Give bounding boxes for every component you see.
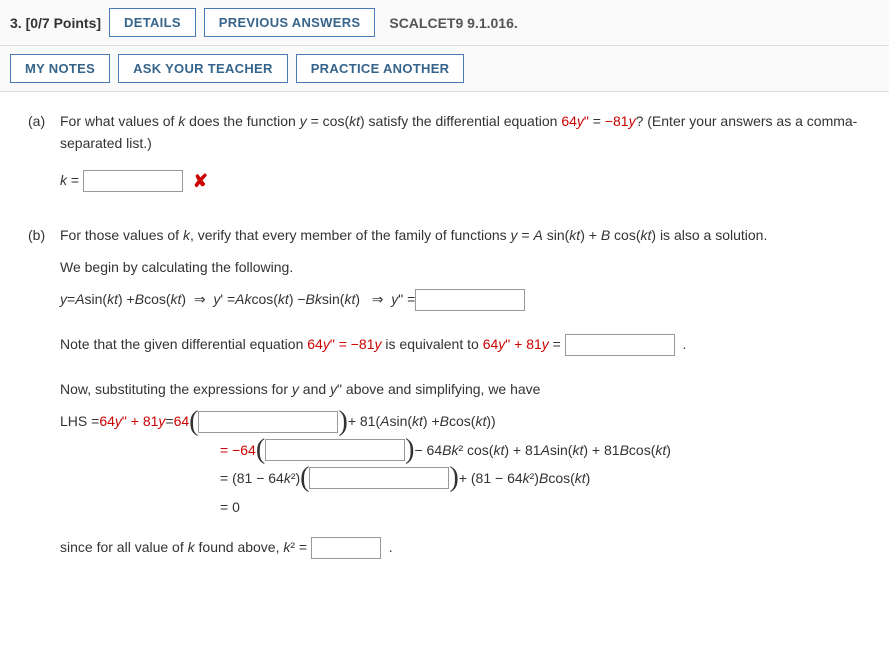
now-text: Now, substituting the expressions for y …	[60, 378, 869, 400]
part-a-label: (a)	[28, 110, 45, 132]
lhs-input-3[interactable]	[309, 467, 449, 489]
begin-text: We begin by calculating the following.	[60, 256, 869, 278]
note-row: Note that the given differential equatio…	[60, 333, 869, 356]
incorrect-icon: ✘	[193, 171, 208, 191]
my-notes-button[interactable]: MY NOTES	[10, 54, 110, 83]
ypp-input[interactable]	[415, 289, 525, 311]
k2-input[interactable]	[311, 537, 381, 559]
assignment-code: SCALCET9 9.1.016.	[389, 15, 517, 31]
part-b-question: For those values of k, verify that every…	[60, 224, 869, 246]
part-a: (a) For what values of k does the functi…	[60, 110, 869, 196]
previous-answers-button[interactable]: PREVIOUS ANSWERS	[204, 8, 376, 37]
lhs-input-1[interactable]	[198, 411, 338, 433]
lhs-row-2: = −64( ) − 64Bk² cos(kt) + 81A sin(kt) +…	[220, 439, 869, 461]
question-header: 3. [0/7 Points] DETAILS PREVIOUS ANSWERS…	[0, 0, 889, 46]
k-input-row: k = ✘	[60, 167, 869, 196]
practice-another-button[interactable]: PRACTICE ANOTHER	[296, 54, 465, 83]
y-derivatives-row: y = A sin(kt) + B cos(kt) ⇒ y' = Ak cos(…	[60, 288, 869, 310]
question-number: 3. [0/7 Points]	[10, 15, 101, 31]
question-toolbar: MY NOTES ASK YOUR TEACHER PRACTICE ANOTH…	[0, 46, 889, 92]
lhs-row-3: = (81 − 64k²)( ) + (81 − 64k²) B cos(kt)	[220, 467, 869, 489]
question-body: (a) For what values of k does the functi…	[0, 92, 889, 617]
part-b-label: (b)	[28, 224, 45, 246]
since-row: since for all value of k found above, k²…	[60, 536, 869, 559]
equiv-rhs-input[interactable]	[565, 334, 675, 356]
details-button[interactable]: DETAILS	[109, 8, 196, 37]
lhs-input-2[interactable]	[265, 439, 405, 461]
part-b: (b) For those values of k, verify that e…	[60, 224, 869, 560]
part-a-question: For what values of k does the function y…	[60, 110, 869, 155]
ask-teacher-button[interactable]: ASK YOUR TEACHER	[118, 54, 288, 83]
lhs-row-4: = 0	[220, 496, 869, 518]
lhs-row-1: LHS = 64y" + 81y = 64( ) + 81(A sin(kt) …	[60, 410, 869, 432]
k-input[interactable]	[83, 170, 183, 192]
